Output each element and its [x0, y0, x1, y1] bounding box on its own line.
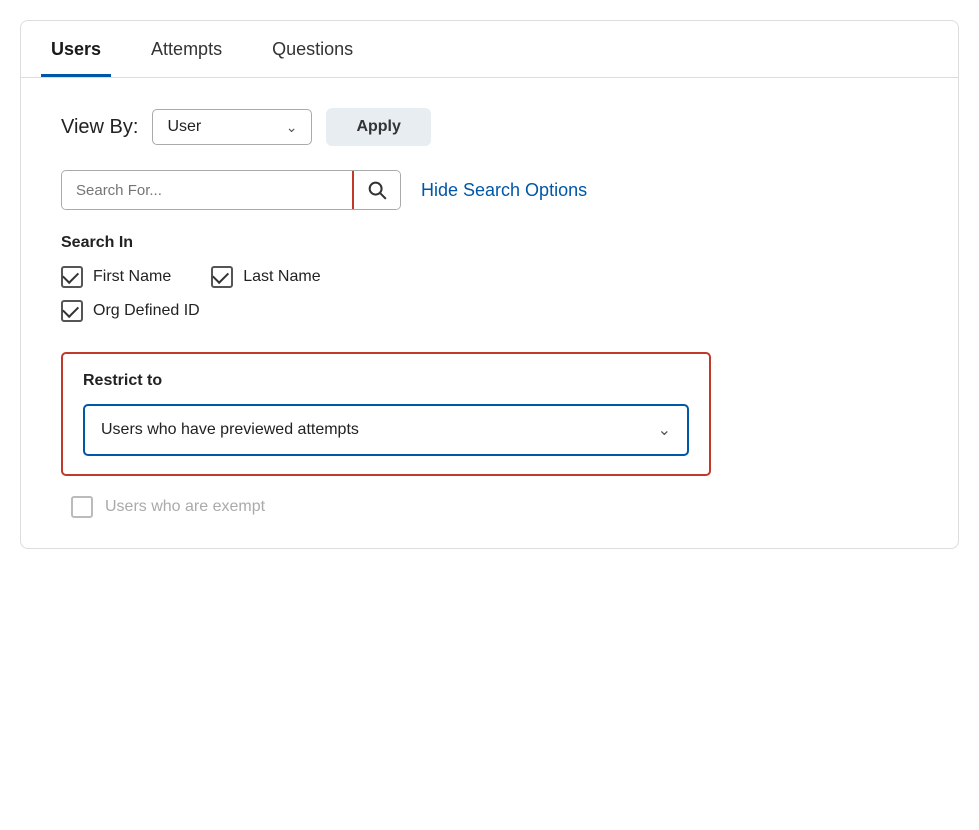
chevron-down-icon: ⌄ — [286, 119, 298, 136]
search-in-row-2: Org Defined ID — [61, 300, 918, 322]
search-in-label: Search In — [61, 234, 918, 252]
search-button[interactable] — [352, 171, 400, 209]
search-in-row-1: First Name Last Name — [61, 266, 918, 288]
tab-attempts[interactable]: Attempts — [141, 21, 232, 77]
checkbox-first-name[interactable]: First Name — [61, 266, 171, 288]
apply-button[interactable]: Apply — [326, 108, 430, 146]
checkbox-last-name-box[interactable] — [211, 266, 233, 288]
main-container: Users Attempts Questions View By: User ⌄… — [20, 20, 959, 549]
search-input-wrapper — [61, 170, 401, 210]
view-by-dropdown[interactable]: User ⌄ — [152, 109, 312, 145]
checkbox-last-name-label: Last Name — [243, 268, 320, 286]
view-by-label: View By: — [61, 116, 138, 139]
tabs-bar: Users Attempts Questions — [21, 21, 958, 78]
checkbox-org-id-box[interactable] — [61, 300, 83, 322]
checkbox-last-name[interactable]: Last Name — [211, 266, 320, 288]
restrict-to-section: Restrict to Users who have previewed att… — [61, 352, 711, 476]
restrict-to-dropdown[interactable]: Users who have previewed attempts ⌄ — [83, 404, 689, 456]
tab-questions[interactable]: Questions — [262, 21, 363, 77]
view-by-selected-value: User — [167, 118, 201, 136]
search-input[interactable] — [62, 172, 352, 209]
restrict-to-selected-value: Users who have previewed attempts — [101, 421, 359, 439]
search-in-section: Search In First Name Last Name Org Defin… — [61, 234, 918, 322]
main-content: View By: User ⌄ Apply Hide Search Option… — [21, 78, 958, 548]
tab-users[interactable]: Users — [41, 21, 111, 77]
checkbox-first-name-label: First Name — [93, 268, 171, 286]
hide-search-options-link[interactable]: Hide Search Options — [421, 180, 587, 201]
checkbox-first-name-box[interactable] — [61, 266, 83, 288]
checkbox-org-id-label: Org Defined ID — [93, 302, 200, 320]
search-row: Hide Search Options — [61, 170, 918, 210]
restrict-to-label: Restrict to — [83, 372, 689, 390]
exempt-checkbox[interactable] — [71, 496, 93, 518]
checkbox-org-id[interactable]: Org Defined ID — [61, 300, 200, 322]
view-by-row: View By: User ⌄ Apply — [61, 108, 918, 146]
chevron-down-icon: ⌄ — [658, 420, 671, 440]
exempt-label: Users who are exempt — [105, 498, 265, 516]
exempt-row: Users who are exempt — [61, 496, 918, 518]
search-icon — [366, 179, 388, 201]
